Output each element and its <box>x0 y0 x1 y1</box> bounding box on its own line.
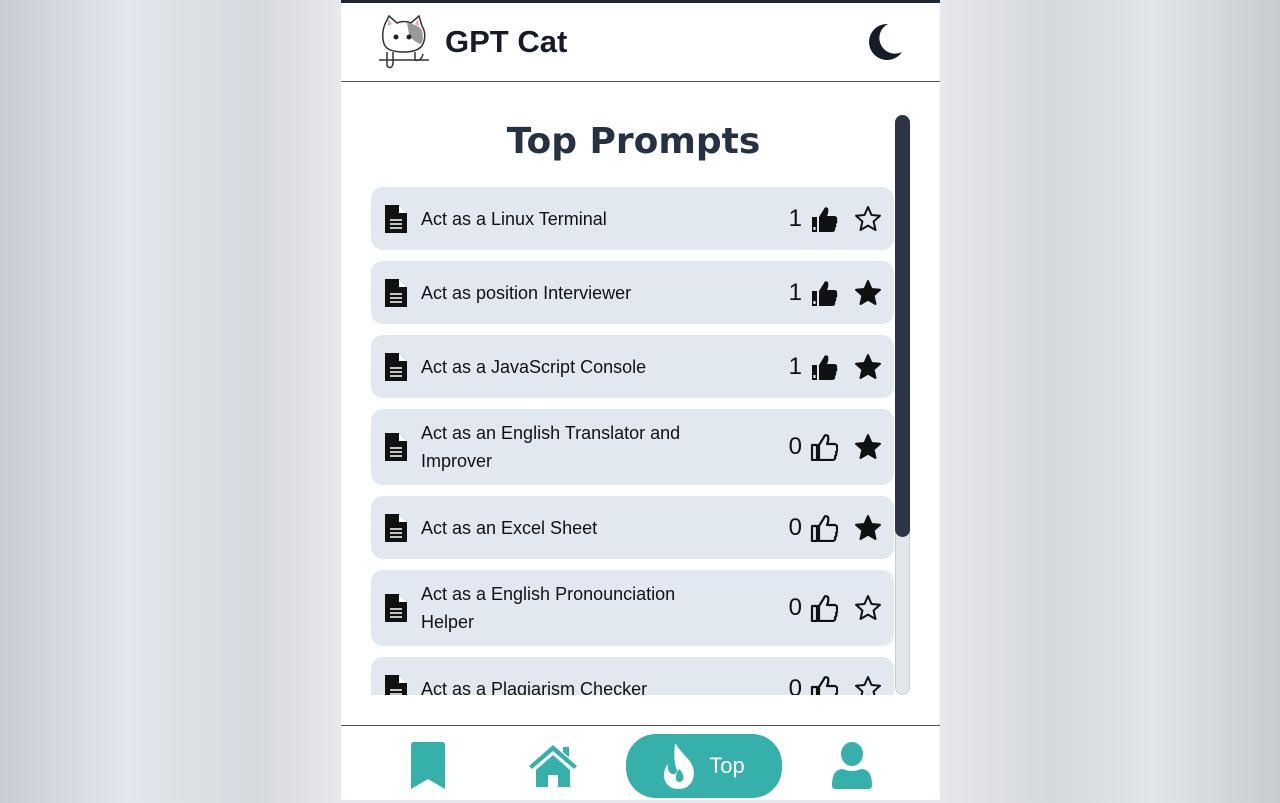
prompt-title[interactable]: Act as an Excel Sheet <box>421 514 789 542</box>
app-panel: GPT Cat Top Prompts Act as a Linux Termi… <box>341 0 940 800</box>
document-icon <box>385 433 407 461</box>
bookmark-icon <box>411 742 445 789</box>
document-icon <box>385 204 407 233</box>
nav-top[interactable]: Top <box>626 734 782 798</box>
thumbs-up-icon[interactable] <box>810 353 838 381</box>
header: GPT Cat <box>341 3 940 82</box>
thumbs-up-icon[interactable] <box>810 279 838 307</box>
like-count: 1 <box>788 352 802 380</box>
prompt-title[interactable]: Act as a Linux Terminal <box>421 205 789 233</box>
like-count: 1 <box>788 278 802 306</box>
nav-profile[interactable] <box>827 734 877 798</box>
prompt-item[interactable]: Act as an Excel Sheet 0 <box>371 496 894 559</box>
prompt-item[interactable]: Act as an English Translator and Improve… <box>371 409 894 485</box>
user-icon <box>832 742 872 789</box>
document-icon <box>385 278 407 307</box>
like-count: 0 <box>788 674 802 696</box>
prompt-list: Act as a Linux Terminal 1 Act as positio… <box>371 187 894 695</box>
star-icon[interactable] <box>854 205 882 233</box>
like-count: 1 <box>788 204 802 232</box>
prompt-item[interactable]: Act as position Interviewer 1 <box>371 261 894 324</box>
prompt-title[interactable]: Act as a Plagiarism Checker <box>421 675 789 696</box>
document-icon <box>385 594 407 622</box>
main-content: Top Prompts Act as a Linux Terminal 1 Ac… <box>341 85 940 725</box>
prompt-item[interactable]: Act as a English Pronounciation Helper 0 <box>371 570 894 646</box>
thumbs-up-icon[interactable] <box>810 433 838 461</box>
document-icon <box>385 674 407 695</box>
prompt-title[interactable]: Act as position Interviewer <box>421 279 789 307</box>
thumbs-up-icon[interactable] <box>810 514 838 542</box>
star-icon[interactable] <box>854 279 882 307</box>
page-title: Top Prompts <box>506 121 761 162</box>
prompt-title[interactable]: Act as an English Translator and Improve… <box>421 419 789 475</box>
home-icon <box>529 745 577 787</box>
cat-logo-icon <box>379 14 429 69</box>
star-icon[interactable] <box>854 433 882 461</box>
thumbs-up-icon[interactable] <box>810 675 838 696</box>
moon-icon[interactable] <box>864 22 904 62</box>
star-icon[interactable] <box>854 514 882 542</box>
star-icon[interactable] <box>854 594 882 622</box>
like-count: 0 <box>788 433 802 460</box>
fire-icon <box>664 743 695 789</box>
brand-name: GPT Cat <box>445 24 568 59</box>
scrollbar-thumb[interactable] <box>895 115 910 537</box>
star-icon[interactable] <box>854 675 882 696</box>
prompt-item[interactable]: Act as a JavaScript Console 1 <box>371 335 894 398</box>
like-count: 0 <box>788 513 802 541</box>
thumbs-up-icon[interactable] <box>810 205 838 233</box>
document-icon <box>385 352 407 381</box>
prompt-item[interactable]: Act as a Plagiarism Checker 0 <box>371 657 894 695</box>
nav-bookmarks[interactable] <box>403 734 453 798</box>
bottom-nav: Top <box>341 725 940 803</box>
scrollbar[interactable] <box>895 115 910 695</box>
nav-home[interactable] <box>527 734 579 798</box>
prompt-item[interactable]: Act as a Linux Terminal 1 <box>371 187 894 250</box>
prompt-title[interactable]: Act as a JavaScript Console <box>421 353 789 381</box>
thumbs-up-icon[interactable] <box>810 594 838 622</box>
document-icon <box>385 513 407 542</box>
nav-top-label: Top <box>709 753 745 778</box>
like-count: 0 <box>788 594 802 621</box>
prompt-title[interactable]: Act as a English Pronounciation Helper <box>421 580 789 636</box>
star-icon[interactable] <box>854 353 882 381</box>
